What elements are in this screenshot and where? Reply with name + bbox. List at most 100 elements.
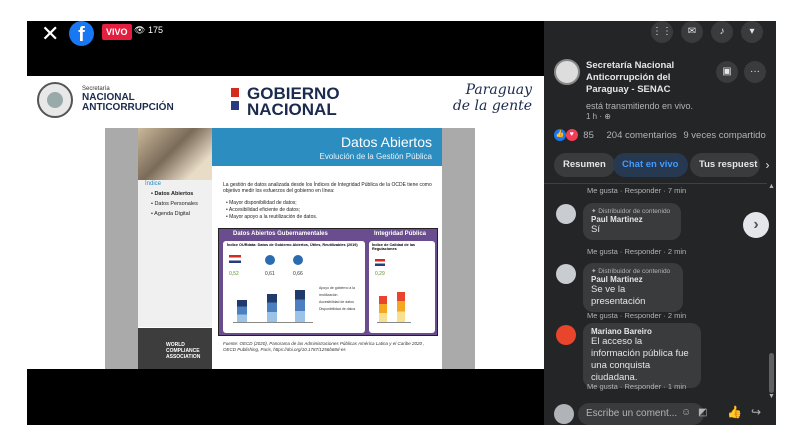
messenger-icon[interactable]: ✉ <box>681 21 703 43</box>
lac-icon <box>265 255 275 265</box>
slide-footnote: Fuente: OECD (2020), Panorama de las Adm… <box>223 341 425 352</box>
comment-text: Se ve la presentación <box>591 284 646 307</box>
bar-ocde <box>295 290 305 322</box>
tab-tus-respuestas[interactable]: Tus respuest <box>690 153 760 177</box>
post-time-text: 1 h · <box>586 112 605 121</box>
gobierno-flag-icon <box>231 88 239 114</box>
bar-reg-2 <box>397 292 405 322</box>
badge-label: Distribuidor de contenido <box>598 268 671 275</box>
index-item-datos-personales: • Datos Personales <box>151 201 198 207</box>
chat-scrollbar[interactable]: ▲ ▼ <box>767 183 776 403</box>
val-regulation: 0,29 <box>375 271 385 277</box>
scroll-down-icon[interactable]: ▼ <box>768 393 775 400</box>
comment-bubble: Mariano Bareiro El acceso la información… <box>583 323 701 388</box>
commenter-avatar[interactable] <box>556 325 576 345</box>
viewer-count-value: 175 <box>147 25 163 35</box>
regulation-bars <box>377 285 411 323</box>
box1-title: Datos Abiertos Gubernamentales <box>233 231 328 237</box>
ourdata-bars <box>233 283 313 323</box>
val-py: 0,52 <box>229 271 239 277</box>
comment-meta[interactable]: Me gusta · Responder · 1 min <box>587 382 686 391</box>
video-bottom-bar <box>27 369 544 425</box>
org-line-2: ANTICORRUPCIÓN <box>82 102 174 113</box>
slide-bullets: • Mayor disponibilidad de datos; • Acces… <box>226 200 436 221</box>
tab-resumen[interactable]: Resumen <box>554 153 615 177</box>
shares-count[interactable]: 9 veces compartido <box>683 130 765 141</box>
comment-author[interactable]: Paul Martinez <box>591 275 675 284</box>
wca-line-3: ASSOCIATION <box>166 354 201 360</box>
reactions-stats: 👍 ♥ 85 204 comentarios 9 veces compartid… <box>554 129 766 141</box>
scroll-thumb[interactable] <box>769 353 774 393</box>
like-icon[interactable]: 👍 <box>727 405 742 419</box>
account-menu-chevron-icon[interactable]: ▾ <box>741 21 763 43</box>
live-video-player[interactable]: ✕ f VIVO 👁 175 Secretaría NACIONAL ANTIC… <box>27 21 544 425</box>
more-options-icon[interactable]: ··· <box>744 61 766 83</box>
pyg-line-2: de la gente <box>452 98 532 114</box>
notifications-icon[interactable]: ♪ <box>711 21 733 43</box>
save-icon[interactable]: ▣ <box>716 61 738 83</box>
comment-text: Sí <box>591 224 600 235</box>
viewer-count: 👁 175 <box>134 25 163 35</box>
share-icon[interactable]: ↪ <box>751 405 761 419</box>
sticker-icon[interactable]: ◩ <box>698 407 707 418</box>
comments-count[interactable]: 204 comentarios <box>607 130 677 141</box>
comment-meta-top[interactable]: Me gusta · Responder · 7 min <box>587 186 686 195</box>
senac-seal-logo <box>37 82 73 118</box>
menu-grid-icon[interactable]: ⋮⋮ <box>651 21 673 43</box>
ourdata-chart: Índice OURdata: Datos de Gobierno Abiert… <box>223 241 365 333</box>
page-margin <box>776 21 795 425</box>
badge-label: Distribuidor de contenido <box>598 208 671 215</box>
post-time: 1 h · ⊕ <box>586 112 611 121</box>
tabs-next-chevron-icon[interactable]: › <box>759 153 776 177</box>
reactions-count[interactable]: 85 <box>583 130 594 141</box>
slide-content: Datos Abiertos Evolución de la Gestión P… <box>138 128 442 373</box>
comment-author[interactable]: Paul Martinez <box>591 215 673 224</box>
regulation-quality-chart: Índice de Calidad de las Regulaciones 0,… <box>369 241 435 333</box>
screen: ✕ f VIVO 👁 175 Secretaría NACIONAL ANTIC… <box>0 0 795 440</box>
bar-py <box>237 300 247 322</box>
slide-banner: Secretaría NACIONAL ANTICORRUPCIÓN GOBIE… <box>27 76 544 124</box>
slide-content-frame: Datos Abiertos Evolución de la Gestión P… <box>105 128 475 373</box>
slide-intro-text: La gestión de datos analizada desde los … <box>223 182 432 194</box>
gobierno-nacional-logo: GOBIERNO NACIONAL <box>247 85 340 119</box>
tab-chat-en-vivo[interactable]: Chat en vivo <box>613 153 688 177</box>
scroll-up-icon[interactable]: ▲ <box>768 183 775 190</box>
broadcast-status: está transmitiendo en vivo. <box>586 101 694 111</box>
bar-reg-1 <box>379 296 387 322</box>
slide-subtitle: Evolución de la Gestión Pública <box>319 152 432 161</box>
divider <box>544 183 776 184</box>
gob-line-2: NACIONAL <box>247 100 337 119</box>
legend-3: Disponibilidad de datos <box>319 307 356 311</box>
close-icon[interactable]: ✕ <box>41 23 59 45</box>
ourdata-chart-title: Índice OURdata: Datos de Gobierno Abiert… <box>227 243 358 247</box>
handshake-photo <box>138 128 212 180</box>
commenter-avatar[interactable] <box>556 264 576 284</box>
index-item-datos-abiertos: • Datos Abiertos <box>151 191 194 197</box>
comment-text: El acceso la información pública fue una… <box>591 336 689 383</box>
index-heading: Índice <box>145 181 162 187</box>
pyg-line-1: Paraguay <box>465 82 532 98</box>
slide-title-bar: Datos Abiertos Evolución de la Gestión P… <box>212 128 442 166</box>
comment-meta[interactable]: Me gusta · Responder · 2 min <box>587 311 686 320</box>
index-item-agenda-digital: • Agenda Digital <box>151 211 190 217</box>
content-distributor-badge: ✦ Distribuidor de contenido <box>591 208 671 215</box>
comment-meta[interactable]: Me gusta · Responder · 2 min <box>587 247 686 256</box>
next-video-arrow-icon[interactable]: › <box>743 212 769 238</box>
emoji-icon[interactable]: ☺ <box>681 407 691 418</box>
facebook-logo-icon[interactable]: f <box>69 21 94 46</box>
live-badge: VIVO <box>102 24 132 40</box>
comment-bubble: ✦ Distribuidor de contenido Paul Martine… <box>583 203 681 240</box>
comment-author[interactable]: Mariano Bareiro <box>591 327 693 336</box>
paraguay-flag-icon-2 <box>375 259 385 266</box>
paraguay-flag-icon <box>229 255 241 263</box>
box2-title: Integridad Pública <box>374 231 427 237</box>
ourdata-legend: Apoyo de gobierno a la reutilización Acc… <box>319 285 363 313</box>
page-avatar[interactable] <box>554 59 580 85</box>
bar-lac <box>267 294 277 322</box>
world-compliance-association-logo: WORLD COMPLIANCE ASSOCIATION <box>138 328 212 373</box>
page-name[interactable]: Secretaría Nacional Anticorrupción del P… <box>586 60 711 96</box>
public-globe-icon: ⊕ <box>604 112 611 121</box>
video-top-bar: ✕ f VIVO 👁 175 <box>27 21 544 76</box>
commenter-avatar[interactable] <box>556 204 576 224</box>
bullet-2: • Accesibilidad eficiente de datos; <box>226 207 301 213</box>
